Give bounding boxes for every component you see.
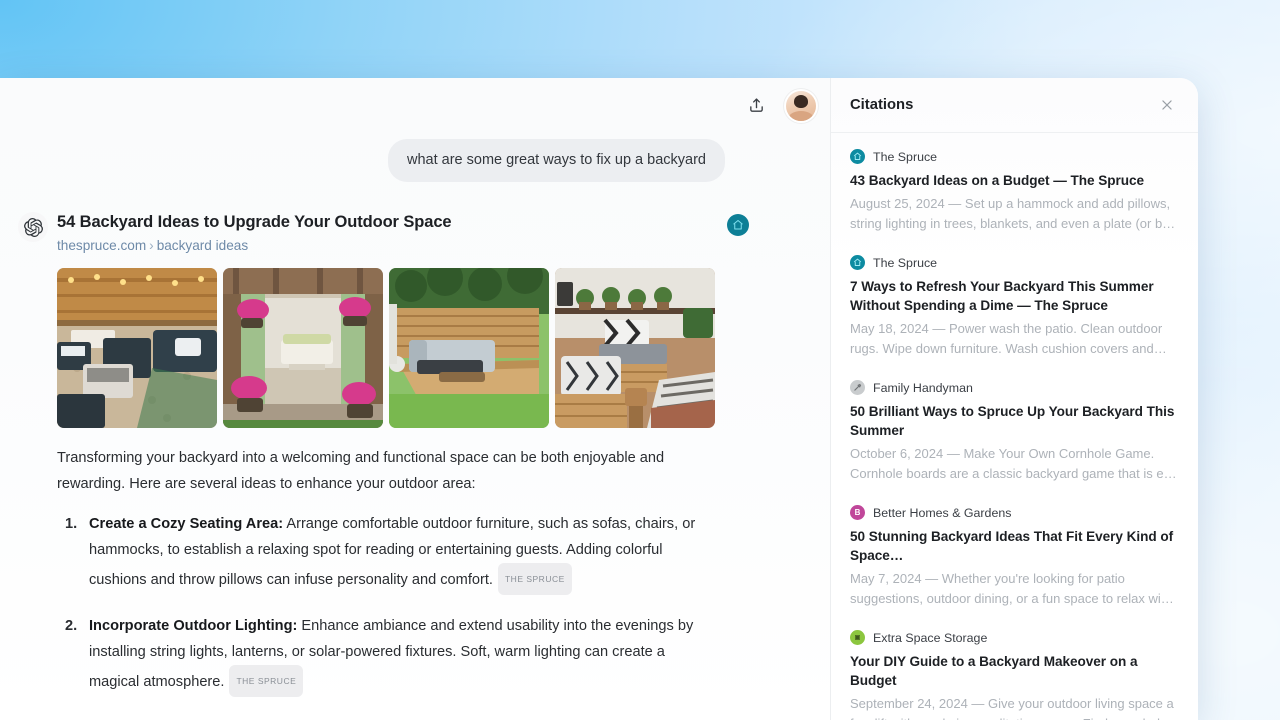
citation-source: ▣ Extra Space Storage xyxy=(850,630,1179,645)
citation-source-name: Better Homes & Gardens xyxy=(873,505,1012,520)
citation-source-name: Extra Space Storage xyxy=(873,630,988,645)
the-spruce-favicon-icon xyxy=(850,149,865,164)
list-item: Incorporate Outdoor Lighting: Enhance am… xyxy=(57,613,717,697)
result-thumbnails xyxy=(57,267,757,428)
avatar[interactable] xyxy=(786,90,816,121)
thumbnail-image[interactable] xyxy=(555,267,715,428)
citation-snippet: August 25, 2024 — Set up a hammock and a… xyxy=(850,196,1176,231)
citation-headline[interactable]: 7 Ways to Refresh Your Backyard This Sum… xyxy=(850,277,1179,315)
close-icon[interactable] xyxy=(1156,94,1178,116)
breadcrumb-separator: › xyxy=(149,237,154,253)
citation-source: B Better Homes & Gardens xyxy=(850,505,1179,520)
citation-source-name: The Spruce xyxy=(873,255,938,270)
assistant-intro-paragraph: Transforming your backyard into a welcom… xyxy=(57,449,665,492)
citation-item[interactable]: The Spruce 43 Backyard Ideas on a Budget… xyxy=(850,149,1179,233)
user-message-bubble: what are some great ways to fix up a bac… xyxy=(387,139,725,183)
thumbnail-image[interactable] xyxy=(389,267,549,428)
citations-title: Citations xyxy=(850,97,914,113)
citation-headline[interactable]: 50 Stunning Backyard Ideas That Fit Ever… xyxy=(850,527,1179,565)
citation-item[interactable]: Family Handyman 50 Brilliant Ways to Spr… xyxy=(850,380,1179,483)
top-bar xyxy=(0,78,830,133)
openai-logo-icon xyxy=(18,212,48,243)
citation-headline[interactable]: 43 Backyard Ideas on a Budget — The Spru… xyxy=(850,171,1179,190)
the-spruce-favicon-icon xyxy=(850,255,865,270)
result-domain: thespruce.com xyxy=(57,237,147,253)
search-result-title[interactable]: 54 Backyard Ideas to Upgrade Your Outdoo… xyxy=(57,212,757,233)
citation-source: The Spruce xyxy=(850,149,1179,164)
share-icon[interactable] xyxy=(740,90,772,122)
list-item: Add a Fire Pit: Introducing a fire pit p… xyxy=(57,715,717,720)
citation-headline[interactable]: 50 Brilliant Ways to Spruce Up Your Back… xyxy=(850,402,1179,440)
extra-space-storage-favicon-icon: ▣ xyxy=(850,630,865,645)
idea-heading: Create a Cozy Seating Area: xyxy=(89,515,284,532)
citation-item[interactable]: The Spruce 7 Ways to Refresh Your Backya… xyxy=(850,255,1179,358)
thumbnail-image[interactable] xyxy=(57,267,217,428)
ideas-list: Create a Cozy Seating Area: Arrange comf… xyxy=(57,511,717,720)
assistant-message-row: 54 Backyard Ideas to Upgrade Your Outdoo… xyxy=(0,182,830,720)
citation-snippet: September 24, 2024 — Give your outdoor l… xyxy=(850,696,1174,720)
citation-snippet: October 6, 2024 — Make Your Own Cornhole… xyxy=(850,446,1177,481)
assistant-body: 54 Backyard Ideas to Upgrade Your Outdoo… xyxy=(57,212,757,720)
citations-panel: Citations The Spruce 43 Backyard Ideas o… xyxy=(830,78,1198,720)
citation-snippet: May 7, 2024 — Whether you're looking for… xyxy=(850,571,1174,606)
citation-source: Family Handyman xyxy=(850,380,1179,395)
citation-source-name: Family Handyman xyxy=(873,380,973,395)
search-result-url[interactable]: thespruce.com › backyard ideas xyxy=(57,238,757,253)
citation-item[interactable]: ▣ Extra Space Storage Your DIY Guide to … xyxy=(850,630,1179,720)
citation-headline[interactable]: Your DIY Guide to a Backyard Makeover on… xyxy=(850,652,1179,690)
citation-snippet: May 18, 2024 — Power wash the patio. Cle… xyxy=(850,321,1167,356)
user-message-row: what are some great ways to fix up a bac… xyxy=(0,133,830,183)
chat-pane: what are some great ways to fix up a bac… xyxy=(0,78,830,720)
result-path: backyard ideas xyxy=(156,237,249,253)
idea-heading: Incorporate Outdoor Lighting: xyxy=(89,617,298,634)
citation-source-name: The Spruce xyxy=(873,149,938,164)
better-homes-gardens-favicon-icon: B xyxy=(850,505,865,520)
citations-header: Citations xyxy=(831,78,1198,133)
the-spruce-favicon-icon xyxy=(727,214,749,237)
favicon-glyph: ▣ xyxy=(854,635,861,641)
family-handyman-favicon-icon xyxy=(850,380,865,395)
citation-source: The Spruce xyxy=(850,255,1179,270)
app-window: what are some great ways to fix up a bac… xyxy=(0,78,1198,720)
citation-item[interactable]: B Better Homes & Gardens 50 Stunning Bac… xyxy=(850,505,1179,608)
citation-chip[interactable]: THE SPRUCE xyxy=(229,664,304,697)
citation-chip[interactable]: THE SPRUCE xyxy=(497,562,572,595)
citations-list: The Spruce 43 Backyard Ideas on a Budget… xyxy=(831,133,1198,720)
thumbnail-image[interactable] xyxy=(223,267,383,428)
list-item: Create a Cozy Seating Area: Arrange comf… xyxy=(57,511,717,595)
